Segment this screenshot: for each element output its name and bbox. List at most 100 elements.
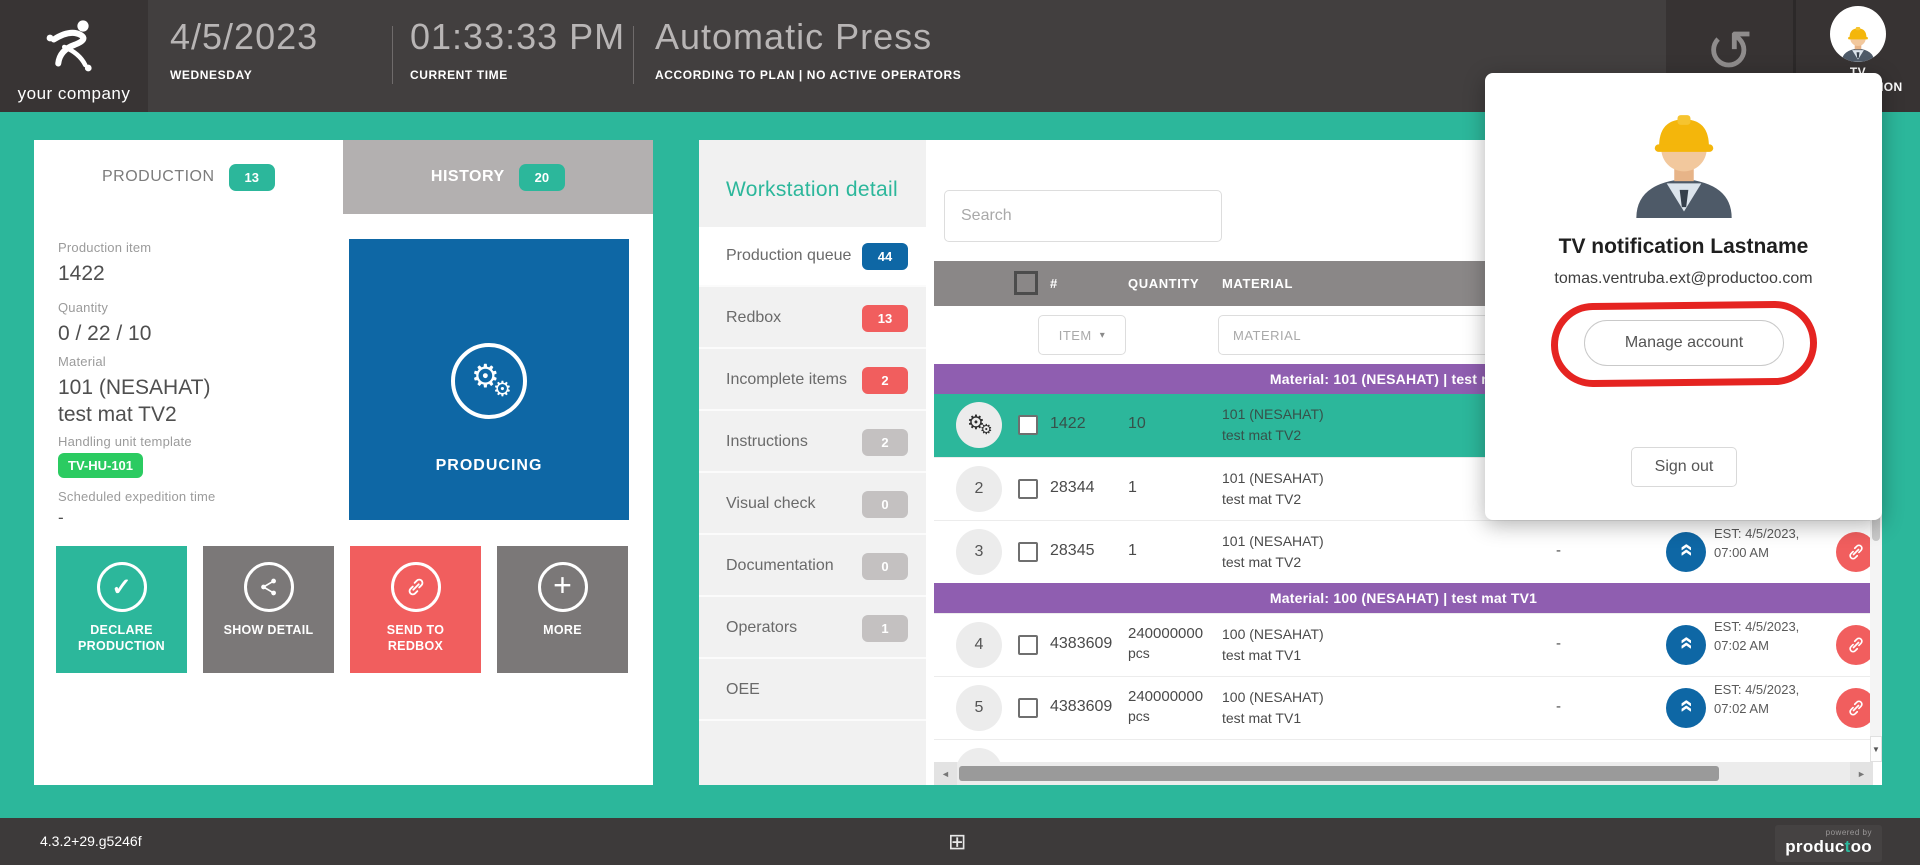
row-item-number: 1422 <box>1050 415 1086 433</box>
table-row-partial[interactable] <box>934 739 1873 762</box>
workstation-name: Automatic Press <box>655 16 961 58</box>
send-to-redbox-button[interactable]: SEND TO REDBOX <box>350 546 481 673</box>
link-icon <box>1846 635 1866 655</box>
producing-label: PRODUCING <box>349 457 629 475</box>
manage-account-button[interactable]: Manage account <box>1584 320 1784 366</box>
handling-unit-label: Handling unit template <box>58 434 192 449</box>
popup-user-name: TV notification Lastname <box>1485 235 1882 259</box>
link-icon <box>391 562 441 612</box>
link-icon <box>1846 542 1866 562</box>
history-count-badge: 20 <box>519 164 565 191</box>
popup-worker-avatar-icon <box>1485 101 1882 218</box>
link-icon <box>1846 698 1866 718</box>
production-card: PRODUCTION 13 HISTORY 20 Production item… <box>34 140 653 785</box>
sidebar-item-instructions[interactable]: Instructions 2 <box>699 413 926 473</box>
table-row[interactable]: 4 4383609 240000000pcs 100 (NESAHAT)test… <box>934 613 1873 676</box>
sidebar-item-incomplete-items[interactable]: Incomplete items 2 <box>699 351 926 411</box>
row-estimate: EST: 4/5/2023, 07:02 AM <box>1714 618 1806 656</box>
date-value: 4/5/2023 <box>170 16 318 58</box>
production-item-value: 1422 <box>58 262 105 286</box>
scroll-right-arrow[interactable]: ► <box>1850 762 1873 785</box>
more-button[interactable]: + MORE <box>497 546 628 673</box>
row-expedition-value: - <box>1556 635 1561 652</box>
tab-history[interactable]: HISTORY 20 <box>343 140 653 214</box>
time-label: CURRENT TIME <box>410 68 625 82</box>
table-row[interactable]: 5 4383609 240000000pcs 100 (NESAHAT)test… <box>934 676 1873 739</box>
declare-production-button[interactable]: ✓ DECLARE PRODUCTION <box>56 546 187 673</box>
row-material: 101 (NESAHAT)test mat TV2 <box>1222 531 1324 573</box>
search-input[interactable] <box>944 190 1222 242</box>
sidebar-item-oee[interactable]: OEE <box>699 661 926 721</box>
expedition-time-value: - <box>58 508 64 528</box>
sign-out-button[interactable]: Sign out <box>1631 447 1737 487</box>
move-to-top-button[interactable]: » <box>1666 532 1706 572</box>
header-divider <box>633 26 634 84</box>
sidebar-item-redbox[interactable]: Redbox 13 <box>699 289 926 349</box>
redbox-badge: 13 <box>862 305 908 332</box>
row-estimate: EST: 4/5/2023, 07:00 AM <box>1714 525 1806 563</box>
production-queue-badge: 44 <box>862 243 908 270</box>
item-filter-dropdown[interactable]: ITEM ▾ <box>1038 315 1126 355</box>
visual-check-badge: 0 <box>862 491 908 518</box>
select-all-checkbox[interactable] <box>1014 271 1038 295</box>
brand-name: productoo <box>1785 837 1872 857</box>
row-quantity: 1 <box>1128 479 1137 497</box>
workstation-sidebar: Workstation detail Production queue 44 R… <box>699 140 926 785</box>
row-checkbox[interactable] <box>1018 542 1038 562</box>
scroll-down-arrow[interactable]: ▼ <box>1870 736 1882 762</box>
row-material: 100 (NESAHAT)test mat TV1 <box>1222 624 1324 666</box>
horizontal-scrollbar[interactable]: ◄ ► <box>934 762 1873 785</box>
production-item-label: Production item <box>58 240 151 255</box>
quantity-value: 0 / 22 / 10 <box>58 322 151 346</box>
show-detail-button[interactable]: SHOW DETAIL <box>203 546 334 673</box>
header-time: 01:33:33 PM CURRENT TIME <box>410 16 625 82</box>
company-logo[interactable]: your company <box>0 0 148 112</box>
move-to-top-button[interactable]: » <box>1666 688 1706 728</box>
sidebar-item-documentation[interactable]: Documentation 0 <box>699 537 926 597</box>
move-to-top-button[interactable]: » <box>1666 625 1706 665</box>
productoo-logo: powered by productoo <box>1775 825 1882 862</box>
producing-status-tile[interactable]: ⚙ ⚙ PRODUCING <box>349 239 629 520</box>
company-logo-text: your company <box>18 84 131 104</box>
producing-row-badge: ⚙ ⚙ <box>956 402 1002 448</box>
detail-share-icon <box>244 562 294 612</box>
horizontal-scrollbar-thumb[interactable] <box>959 766 1719 781</box>
row-quantity: 240000000pcs <box>1128 625 1203 661</box>
row-checkbox[interactable] <box>1018 635 1038 655</box>
sidebar-item-operators[interactable]: Operators 1 <box>699 599 926 659</box>
sidebar-item-production-queue[interactable]: Production queue 44 <box>699 227 926 287</box>
quantity-label: Quantity <box>58 300 108 315</box>
account-popup: TV notification Lastname tomas.ventruba.… <box>1485 73 1882 520</box>
footer-bar: 4.3.2+29.g5246f ⊞ powered by productoo <box>0 818 1920 865</box>
row-material: 101 (NESAHAT)test mat TV2 <box>1222 404 1324 446</box>
chevron-down-icon: ▾ <box>1100 330 1106 341</box>
row-checkbox[interactable] <box>1018 479 1038 499</box>
row-item-number: 28345 <box>1050 542 1095 560</box>
row-quantity: 240000000pcs <box>1128 688 1203 724</box>
scroll-left-arrow[interactable]: ◄ <box>934 762 957 785</box>
material-group-header: Material: 100 (NESAHAT) | test mat TV1 <box>934 583 1873 613</box>
plus-icon: + <box>538 562 588 612</box>
table-row[interactable]: 3 28345 1 101 (NESAHAT)test mat TV2 - » … <box>934 520 1873 583</box>
row-quantity: 10 <box>1128 415 1146 433</box>
date-label: WEDNESDAY <box>170 68 318 82</box>
tab-production[interactable]: PRODUCTION 13 <box>34 140 343 214</box>
company-logo-icon <box>35 17 113 82</box>
sidebar-item-visual-check[interactable]: Visual check 0 <box>699 475 926 535</box>
header-date: 4/5/2023 WEDNESDAY <box>170 16 318 82</box>
workstation-status: ACCORDING TO PLAN | NO ACTIVE OPERATORS <box>655 68 961 82</box>
row-checkbox[interactable] <box>1018 698 1038 718</box>
app-version: 4.3.2+29.g5246f <box>40 833 142 849</box>
column-quantity: QUANTITY <box>1128 261 1199 306</box>
row-number-badge: 3 <box>956 529 1002 575</box>
apps-grid-icon[interactable]: ⊞ <box>948 829 966 855</box>
row-number-badge: 4 <box>956 622 1002 668</box>
row-checkbox[interactable] <box>1018 415 1038 435</box>
handling-unit-badge: TV-HU-101 <box>58 453 143 478</box>
double-chevron-up-icon: » <box>1674 543 1698 556</box>
row-item-number: 4383609 <box>1050 635 1112 653</box>
row-material: 101 (NESAHAT)test mat TV2 <box>1222 468 1324 510</box>
user-avatar[interactable] <box>1830 6 1886 62</box>
documentation-badge: 0 <box>862 553 908 580</box>
material-label: Material <box>58 354 106 369</box>
